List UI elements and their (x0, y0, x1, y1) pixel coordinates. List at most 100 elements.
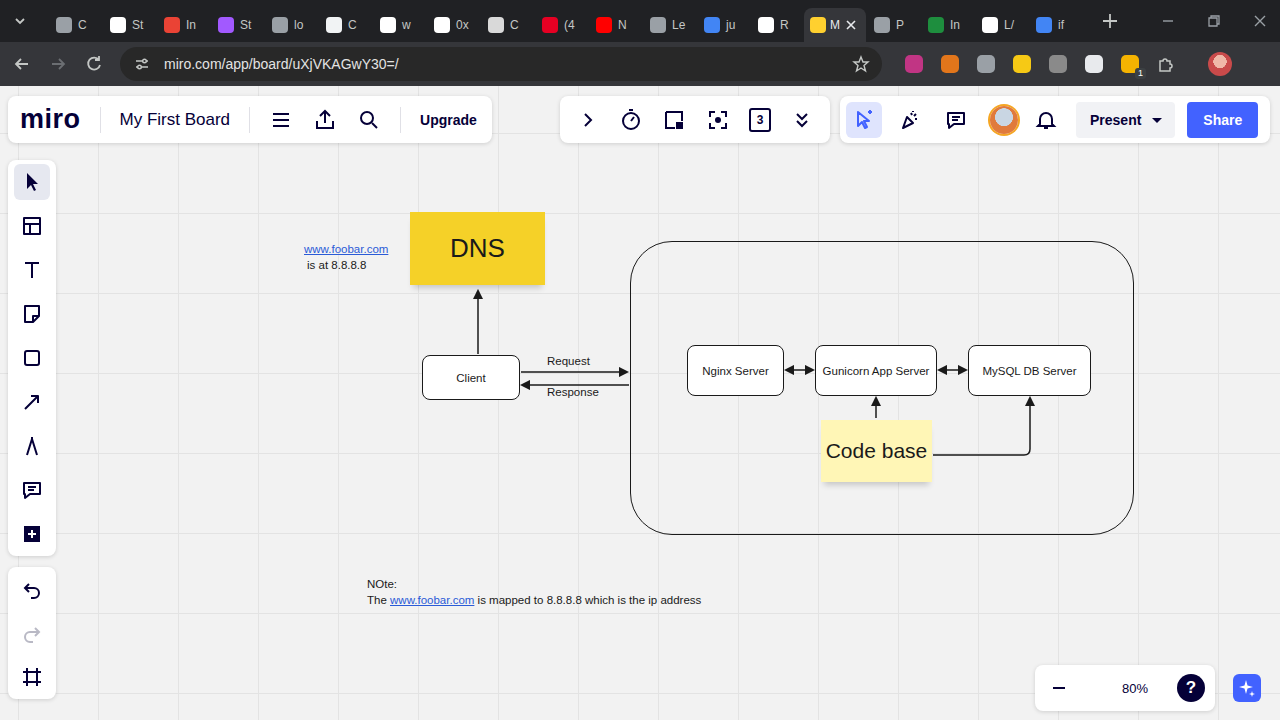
board-canvas[interactable]: www.foobar.comis at 8.8.8.8DNSCode baseC… (0, 86, 1280, 720)
bookmark-star-icon[interactable] (852, 55, 870, 73)
forward-arrow-icon[interactable] (48, 54, 68, 74)
activity-icon[interactable] (662, 108, 686, 132)
board-header: miro My First Board Upgrade (8, 96, 492, 143)
board-title[interactable]: My First Board (120, 110, 231, 130)
note-text[interactable]: NOte:The www.foobar.com is mapped to 8.8… (367, 576, 701, 608)
browser-tab[interactable]: C (318, 8, 372, 42)
tab-label: L/ (1004, 18, 1014, 32)
zoom-out-icon[interactable] (1049, 678, 1069, 698)
tab-strip: CStInStloCw0xC(4NLejuRMPInL/if (0, 0, 1280, 42)
connector-icon (20, 390, 44, 414)
extension-button[interactable]: 1 (1120, 54, 1140, 74)
extension-button[interactable] (940, 54, 960, 74)
dns-note-link[interactable]: www.foobar.com (304, 241, 388, 257)
history-button[interactable] (14, 615, 50, 651)
restore-icon[interactable] (1206, 13, 1222, 29)
upgrade-button[interactable]: Upgrade (420, 112, 477, 128)
back-arrow-icon[interactable] (12, 54, 32, 74)
user-avatar[interactable] (990, 106, 1018, 134)
puzzle-icon[interactable] (1156, 54, 1176, 74)
toolbar-tool[interactable] (14, 252, 50, 288)
miro-logo[interactable]: miro (20, 104, 81, 135)
browser-tab[interactable]: In (156, 8, 210, 42)
tab-label: C (510, 18, 519, 32)
export-icon[interactable] (313, 108, 337, 132)
timer-icon[interactable] (619, 108, 643, 132)
favicon-icon (542, 17, 558, 33)
ai-assist-button[interactable] (1233, 674, 1261, 702)
sticky-note[interactable]: DNS (410, 212, 545, 285)
toolbar-tool[interactable] (14, 472, 50, 508)
browser-tab[interactable]: Le (642, 8, 696, 42)
present-group: Present (1076, 102, 1175, 138)
comment-icon (20, 478, 44, 502)
address-bar[interactable]: miro.com/app/board/uXjVKAGwY30=/ (120, 47, 882, 81)
zoom-level[interactable]: 80% (1122, 681, 1148, 696)
toolbar-tool[interactable] (14, 516, 50, 552)
extension-button[interactable] (1048, 54, 1068, 74)
toolbar-tool[interactable] (14, 428, 50, 464)
tab-search-button[interactable] (8, 0, 32, 42)
present-button[interactable]: Present (1090, 112, 1141, 128)
sticky-note[interactable]: Code base (821, 420, 932, 482)
extension-button[interactable] (1084, 54, 1104, 74)
note-link[interactable]: www.foobar.com (390, 594, 474, 606)
profile-avatar[interactable] (1208, 52, 1232, 76)
extension-button[interactable] (1012, 54, 1032, 74)
browser-tab[interactable]: P (866, 8, 920, 42)
toolbar-tool[interactable] (14, 208, 50, 244)
browser-tab[interactable]: C (48, 8, 102, 42)
browser-tab[interactable]: R (750, 8, 804, 42)
browser-tab[interactable]: lo (264, 8, 318, 42)
reload-icon[interactable] (84, 54, 104, 74)
collab-tool[interactable] (892, 102, 928, 138)
toolbar-tool[interactable] (14, 340, 50, 376)
history-button[interactable] (14, 571, 50, 607)
new-tab-icon[interactable] (1096, 7, 1124, 35)
toolbar-tool[interactable] (14, 384, 50, 420)
browser-tab[interactable]: St (210, 8, 264, 42)
frames-button[interactable] (14, 659, 50, 695)
search-icon[interactable] (357, 108, 381, 132)
browser-tab[interactable]: if (1028, 8, 1082, 42)
share-button[interactable]: Share (1187, 102, 1258, 138)
browser-tab[interactable]: (4 (534, 8, 588, 42)
browser-tab[interactable]: 0x (426, 8, 480, 42)
toolbar-tool[interactable] (14, 164, 50, 200)
diagram-node[interactable]: MySQL DB Server (968, 345, 1091, 396)
chevron-right-icon[interactable] (576, 108, 600, 132)
browser-tab[interactable]: N (588, 8, 642, 42)
focus-icon[interactable] (706, 108, 730, 132)
diagram-node[interactable]: Client (422, 355, 520, 400)
menu-icon[interactable] (269, 108, 293, 132)
diagram-node[interactable]: Gunicorn App Server (815, 345, 937, 396)
favicon-icon (272, 17, 288, 33)
browser-tab[interactable]: St (102, 8, 156, 42)
collab-tool[interactable] (938, 102, 974, 138)
toolbar-tool[interactable] (14, 296, 50, 332)
browser-tab[interactable]: In (920, 8, 974, 42)
bell-icon[interactable] (1034, 108, 1058, 132)
window-close-icon[interactable] (1252, 13, 1268, 29)
dns-note-text: is at 8.8.8.8 (304, 257, 388, 273)
browser-tab[interactable]: C (480, 8, 534, 42)
browser-tab[interactable]: L/ (974, 8, 1028, 42)
extension-button[interactable] (976, 54, 996, 74)
diagram-node[interactable]: Nginx Server (687, 345, 784, 396)
close-icon[interactable] (844, 18, 858, 32)
minimize-icon[interactable] (1160, 13, 1176, 29)
frames-count[interactable]: 3 (749, 108, 771, 132)
extension-button[interactable] (904, 54, 924, 74)
double-chevron-icon[interactable] (790, 108, 814, 132)
browser-tab[interactable]: w (372, 8, 426, 42)
note-title: NOte: (367, 576, 701, 592)
dns-annotation[interactable]: www.foobar.comis at 8.8.8.8 (304, 241, 388, 273)
present-dropdown-icon[interactable] (1147, 110, 1167, 130)
browser-tab[interactable]: M (804, 8, 866, 42)
collab-tool[interactable] (846, 102, 882, 138)
tab-label: Le (672, 18, 685, 32)
history-toolbar (8, 567, 56, 699)
browser-tab[interactable]: ju (696, 8, 750, 42)
site-settings-icon[interactable] (134, 56, 150, 72)
help-button[interactable]: ? (1177, 674, 1205, 702)
